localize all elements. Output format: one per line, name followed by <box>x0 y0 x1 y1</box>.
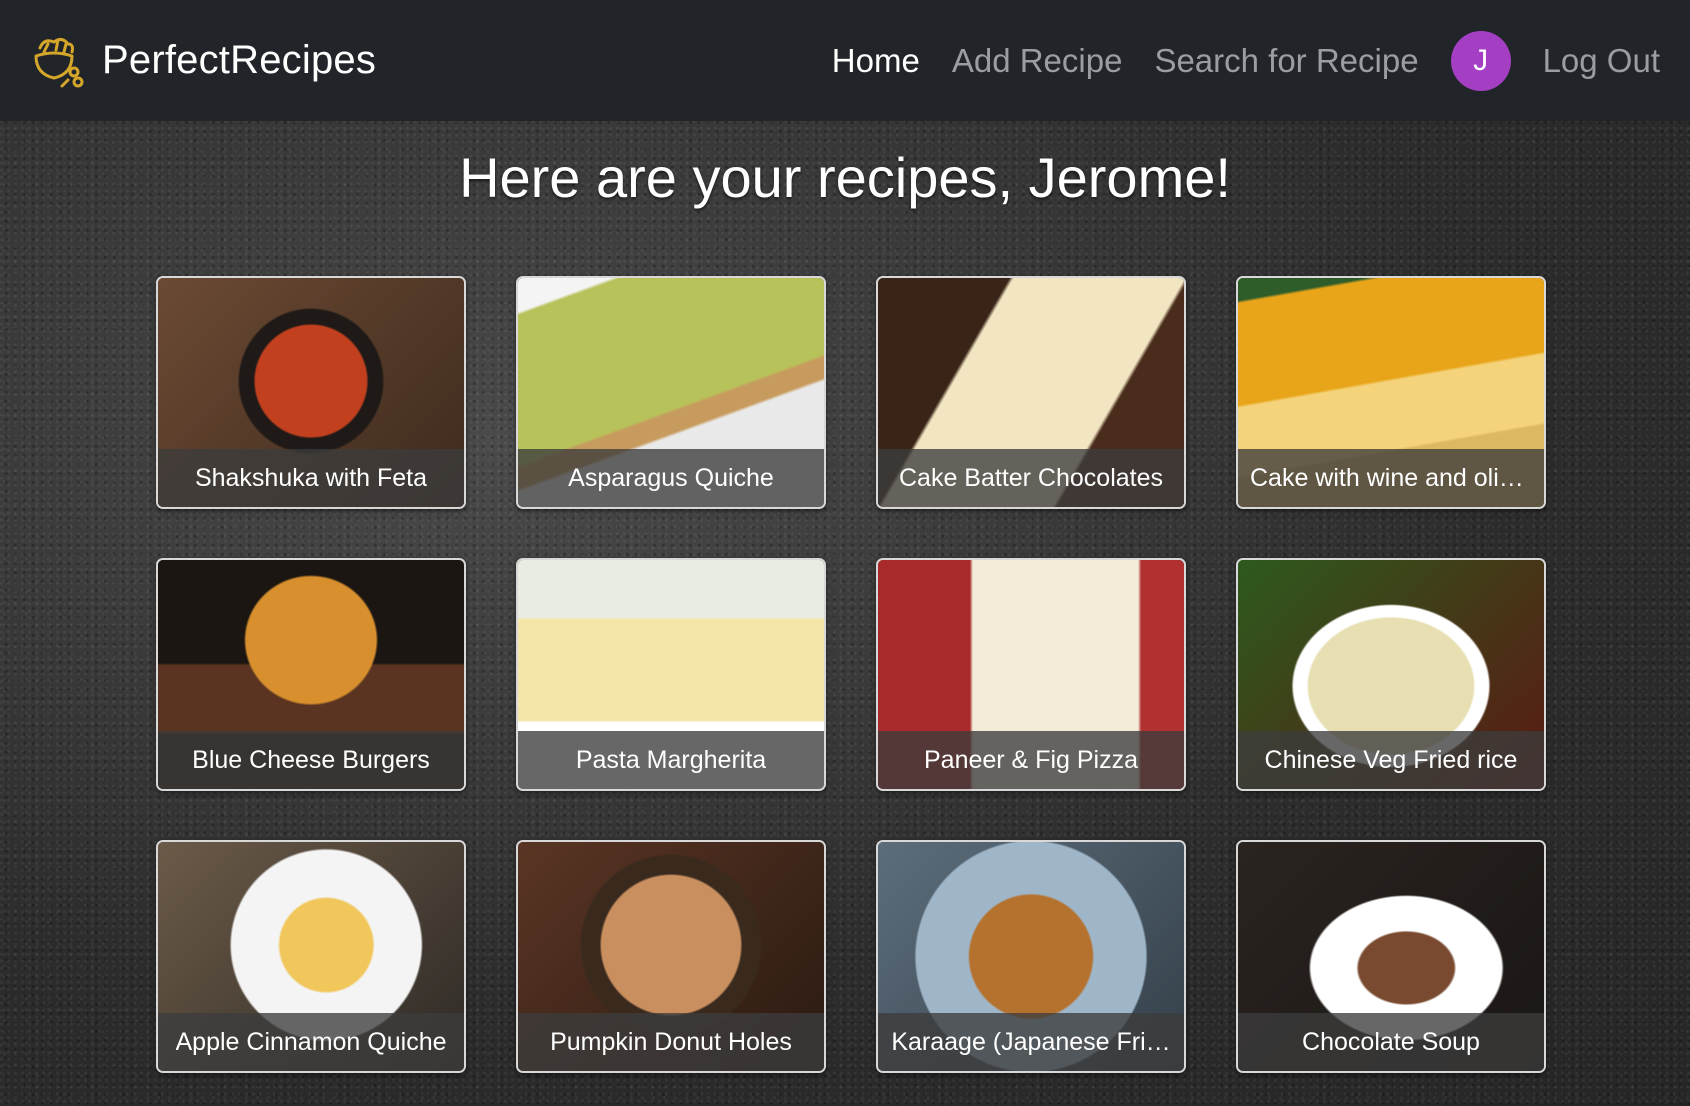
recipe-caption: Karaage (Japanese Fri… <box>878 1013 1184 1071</box>
recipe-card[interactable]: Cake with wine and oliv… <box>1236 276 1546 509</box>
recipe-card[interactable]: Apple Cinnamon Quiche <box>156 840 466 1073</box>
recipe-title: Karaage (Japanese Fri… <box>891 1027 1171 1056</box>
recipe-card[interactable]: Blue Cheese Burgers <box>156 558 466 791</box>
recipe-title: Chinese Veg Fried rice <box>1264 745 1518 774</box>
avatar-initial: J <box>1473 43 1489 77</box>
recipe-card[interactable]: Cake Batter Chocolates <box>876 276 1186 509</box>
recipe-grid: Shakshuka with Feta Asparagus Quiche Cak… <box>156 276 1546 1073</box>
nav-home-link[interactable]: Home <box>832 42 920 80</box>
recipe-card[interactable]: Karaage (Japanese Fri… <box>876 840 1186 1073</box>
recipe-title: Cake with wine and oliv… <box>1250 463 1532 492</box>
recipe-caption: Chinese Veg Fried rice <box>1238 731 1544 789</box>
recipe-title: Shakshuka with Feta <box>194 463 428 492</box>
recipe-title: Paneer & Fig Pizza <box>924 745 1138 774</box>
recipe-caption: Paneer & Fig Pizza <box>878 731 1184 789</box>
recipe-caption: Apple Cinnamon Quiche <box>158 1013 464 1071</box>
recipe-title: Chocolate Soup <box>1302 1027 1480 1056</box>
recipe-caption: Pumpkin Donut Holes <box>518 1013 824 1071</box>
nav-search-recipe-link[interactable]: Search for Recipe <box>1154 42 1418 80</box>
recipe-caption: Shakshuka with Feta <box>158 449 464 507</box>
recipe-card[interactable]: Asparagus Quiche <box>516 276 826 509</box>
brand-name: PerfectRecipes <box>102 37 377 82</box>
recipe-card[interactable]: Pumpkin Donut Holes <box>516 840 826 1073</box>
recipe-title: Cake Batter Chocolates <box>898 463 1164 492</box>
recipe-caption: Asparagus Quiche <box>518 449 824 507</box>
recipe-card[interactable]: Chocolate Soup <box>1236 840 1546 1073</box>
recipe-card[interactable]: Paneer & Fig Pizza <box>876 558 1186 791</box>
recipe-title: Pumpkin Donut Holes <box>550 1027 792 1056</box>
recipe-caption: Blue Cheese Burgers <box>158 731 464 789</box>
recipe-title: Pasta Margherita <box>575 745 767 774</box>
brand[interactable]: PerfectRecipes <box>28 30 376 90</box>
recipe-caption: Pasta Margherita <box>518 731 824 789</box>
recipe-book-logo-icon <box>34 37 84 88</box>
recipe-title: Apple Cinnamon Quiche <box>175 1027 447 1056</box>
page-title: Here are your recipes, Jerome! <box>459 146 1231 209</box>
recipe-card[interactable]: Pasta Margherita <box>516 558 826 791</box>
recipe-title: Asparagus Quiche <box>568 463 774 492</box>
user-avatar[interactable]: J <box>1450 30 1511 91</box>
recipe-caption: Cake Batter Chocolates <box>878 449 1184 507</box>
recipe-caption: Cake with wine and oliv… <box>1238 449 1544 507</box>
nav-logout-link[interactable]: Log Out <box>1543 42 1660 80</box>
recipe-card[interactable]: Shakshuka with Feta <box>156 276 466 509</box>
top-navbar: PerfectRecipes Home Add Recipe Search fo… <box>0 0 1690 121</box>
recipe-caption: Chocolate Soup <box>1238 1013 1544 1071</box>
nav-add-recipe-link[interactable]: Add Recipe <box>952 42 1123 80</box>
recipe-card[interactable]: Chinese Veg Fried rice <box>1236 558 1546 791</box>
nav-links: Home Add Recipe Search for Recipe J Log … <box>832 0 1660 121</box>
recipe-title: Blue Cheese Burgers <box>192 745 430 774</box>
